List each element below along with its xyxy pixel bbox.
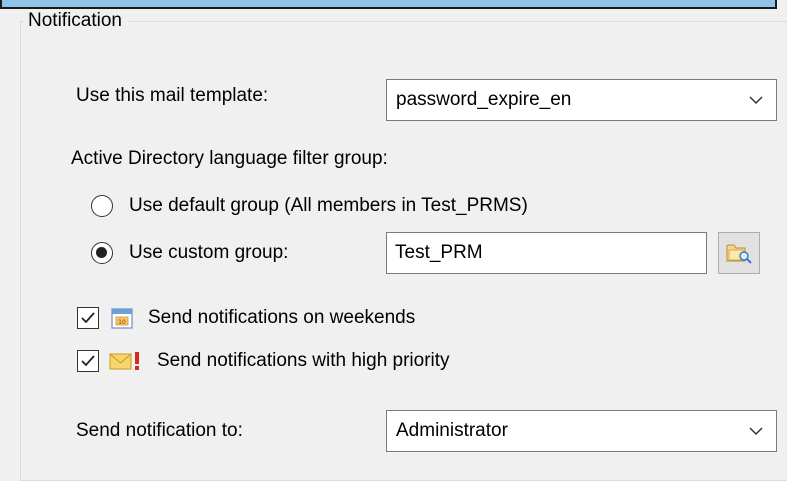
- high-priority-checkbox[interactable]: [77, 350, 99, 372]
- browse-group-button[interactable]: [718, 232, 760, 274]
- checkmark-icon: [81, 355, 95, 367]
- custom-group-radio[interactable]: [91, 242, 113, 264]
- weekends-label[interactable]: Send notifications on weekends: [148, 306, 415, 330]
- custom-group-label[interactable]: Use custom group:: [129, 241, 288, 265]
- mail-template-dropdown[interactable]: password_expire_en: [386, 79, 777, 121]
- chevron-down-icon[interactable]: [736, 411, 776, 451]
- calendar-icon: 10: [111, 308, 133, 329]
- envelope-exclamation-icon: [109, 352, 139, 370]
- groupbox-title: Notification: [24, 9, 128, 33]
- high-priority-label[interactable]: Send notifications with high priority: [157, 349, 450, 373]
- svg-text:10: 10: [118, 319, 126, 326]
- default-group-radio[interactable]: [91, 195, 113, 217]
- mail-template-label: Use this mail template:: [76, 85, 269, 106]
- default-group-label[interactable]: Use default group (All members in Test_P…: [129, 194, 528, 218]
- recipient-dropdown[interactable]: Administrator: [386, 410, 777, 452]
- custom-group-value: Test_PRM: [395, 242, 483, 263]
- language-filter-heading: Active Directory language filter group:: [71, 148, 388, 169]
- mail-template-value: password_expire_en: [396, 89, 572, 110]
- custom-group-input[interactable]: Test_PRM: [386, 232, 707, 274]
- folder-search-icon: [726, 244, 752, 264]
- weekends-checkbox[interactable]: [77, 307, 99, 329]
- checkmark-icon: [81, 312, 95, 324]
- window-top-strip: [0, 0, 777, 9]
- recipient-label: Send notification to:: [76, 420, 243, 441]
- radio-selected-dot: [96, 247, 107, 258]
- chevron-down-icon[interactable]: [736, 80, 776, 120]
- recipient-value: Administrator: [396, 420, 508, 441]
